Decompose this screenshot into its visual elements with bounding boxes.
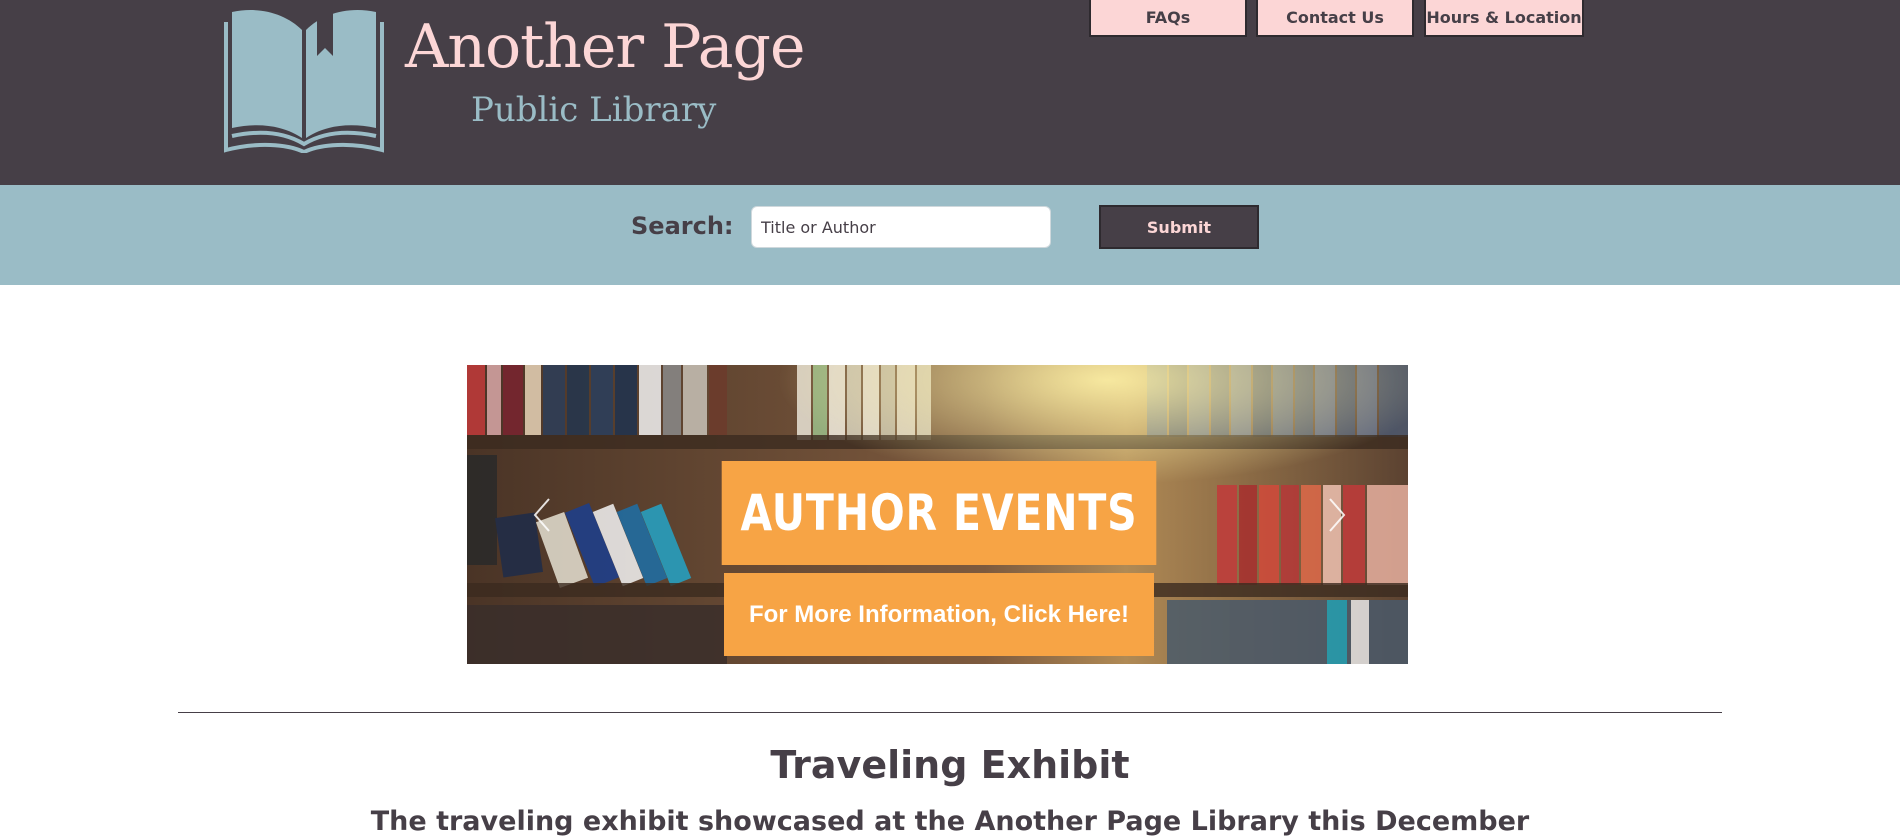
section-subtitle: The traveling exhibit showcased at the A…	[370, 806, 1530, 837]
more-info-cta-button[interactable]: For More Information, Click Here!	[724, 573, 1154, 656]
submit-button[interactable]: Submit	[1099, 205, 1259, 249]
section-divider	[178, 712, 1722, 713]
carousel-prev-button[interactable]	[527, 495, 557, 535]
event-carousel[interactable]: AUTHOR EVENTS For More Information, Clic…	[467, 365, 1408, 664]
nav-hours-location-button[interactable]: Hours & Location	[1424, 0, 1584, 37]
chevron-right-icon	[1329, 498, 1346, 532]
chevron-left-icon	[533, 498, 550, 532]
open-book-icon[interactable]	[222, 8, 386, 153]
site-header: Another Page Public Library FAQs Contact…	[0, 0, 1900, 185]
nav-faqs-button[interactable]: FAQs	[1089, 0, 1247, 37]
search-input[interactable]	[751, 206, 1051, 248]
brand-subtitle: Public Library	[471, 90, 717, 130]
author-events-banner-title: AUTHOR EVENTS	[721, 461, 1157, 565]
section-title: Traveling Exhibit	[770, 743, 1130, 787]
nav-contact-us-button[interactable]: Contact Us	[1256, 0, 1414, 37]
search-label: Search:	[631, 212, 734, 240]
brand-title[interactable]: Another Page	[405, 12, 805, 82]
carousel-next-button[interactable]	[1322, 495, 1352, 535]
